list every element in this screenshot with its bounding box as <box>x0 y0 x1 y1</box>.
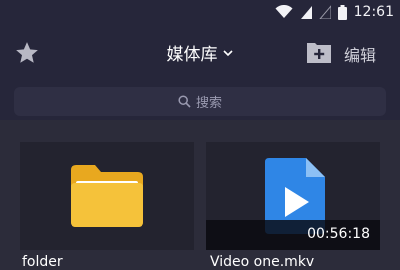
status-icons: 12:61 <box>275 3 394 21</box>
battery-icon <box>337 4 347 20</box>
top-bar: 媒体库 编辑 <box>0 24 400 82</box>
library-dropdown[interactable]: 媒体库 <box>167 40 234 65</box>
add-folder-icon[interactable] <box>306 40 332 64</box>
search-placeholder: 搜索 <box>195 96 222 111</box>
status-time: 12:61 <box>353 4 394 20</box>
video-name: Video one.mkv <box>210 254 315 270</box>
page-title: 媒体库 <box>166 45 218 65</box>
signal-icon-empty <box>318 5 331 19</box>
chevron-down-icon <box>222 49 233 56</box>
folder-tile[interactable] <box>20 142 194 250</box>
status-bar: 12:61 <box>0 0 400 24</box>
video-tile[interactable]: 00:56:18 <box>206 142 380 250</box>
title-area: 媒体库 <box>0 40 400 65</box>
signal-icon <box>300 6 312 19</box>
edit-button[interactable]: 编辑 <box>344 42 376 66</box>
search-area: 搜索 <box>0 82 400 120</box>
video-duration: 00:56:18 <box>307 226 370 242</box>
duration-overlay: 00:56:18 <box>206 220 380 250</box>
folder-name: folder <box>22 254 63 270</box>
wifi-icon <box>275 5 293 18</box>
search-icon <box>178 95 191 108</box>
search-input[interactable]: 搜索 <box>14 87 386 116</box>
folder-icon <box>71 165 143 227</box>
